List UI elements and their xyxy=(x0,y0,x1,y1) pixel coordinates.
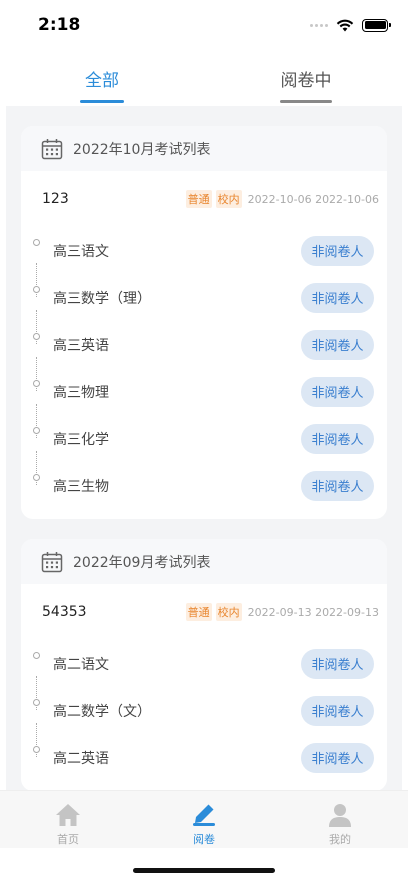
calendar-icon xyxy=(41,551,63,572)
exam-dates: 2022-09-13 2022-09-13 xyxy=(247,605,379,619)
subject-row[interactable]: 高三数学（理） 非阅卷人 xyxy=(21,263,387,321)
battery-icon xyxy=(362,18,391,32)
calendar-icon xyxy=(41,138,63,159)
role-button[interactable]: 非阅卷人 xyxy=(301,235,374,266)
subject-row[interactable]: 高三生物 非阅卷人 xyxy=(21,451,387,509)
group-title: 2022年09月考试列表 xyxy=(73,554,211,571)
timeline-node-icon xyxy=(33,698,40,706)
nav-label: 首页 xyxy=(57,833,79,846)
status-icons xyxy=(310,18,391,32)
signal-icon xyxy=(310,23,328,27)
role-button[interactable]: 非阅卷人 xyxy=(301,423,374,454)
subject-list: 高二语文 非阅卷人 高二数学（文） 非阅卷人 高二英语 非阅卷人 xyxy=(21,640,387,790)
timeline-node-icon xyxy=(33,651,40,659)
exam-name: 54353 xyxy=(42,604,87,620)
exam-row[interactable]: 54353 普通 校内 2022-09-13 2022-09-13 xyxy=(21,584,387,640)
role-button[interactable]: 非阅卷人 xyxy=(301,376,374,407)
status-bar: 2:18 xyxy=(0,0,408,50)
tab-label: 全部 xyxy=(85,71,119,91)
role-button[interactable]: 非阅卷人 xyxy=(301,282,374,313)
exam-meta: 普通 校内 2022-09-13 2022-09-13 xyxy=(185,603,379,621)
group-header: 2022年09月考试列表 xyxy=(21,539,387,584)
nav-label: 我的 xyxy=(329,833,351,846)
subject-name: 高二英语 xyxy=(53,750,109,767)
subject-row[interactable]: 高二语文 非阅卷人 xyxy=(21,640,387,687)
role-button[interactable]: 非阅卷人 xyxy=(301,742,374,773)
exam-type-tag: 普通 xyxy=(185,603,212,621)
bottom-nav: 首页 阅卷 我的 xyxy=(0,790,408,848)
status-time: 2:18 xyxy=(38,15,81,35)
subject-name: 高二数学（文） xyxy=(53,703,151,720)
subject-row[interactable]: 高三英语 非阅卷人 xyxy=(21,310,387,368)
subject-name: 高三生物 xyxy=(53,478,109,495)
timeline-node-icon xyxy=(33,332,40,340)
subject-list: 高三语文 非阅卷人 高三数学（理） 非阅卷人 高三英语 非阅卷人 高三物理 非阅… xyxy=(21,227,387,519)
exam-row[interactable]: 123 普通 校内 2022-10-06 2022-10-06 xyxy=(21,171,387,227)
group-title: 2022年10月考试列表 xyxy=(73,141,211,158)
subject-name: 高三数学（理） xyxy=(53,290,151,307)
exam-group-card: 2022年09月考试列表 54353 普通 校内 2022-09-13 2022… xyxy=(21,539,387,790)
wifi-icon xyxy=(336,19,354,31)
subject-name: 高三物理 xyxy=(53,384,109,401)
timeline-node-icon xyxy=(33,426,40,434)
exam-dates: 2022-10-06 2022-10-06 xyxy=(247,192,379,206)
exam-name: 123 xyxy=(42,191,69,207)
subject-name: 高三化学 xyxy=(53,431,109,448)
subject-row[interactable]: 高三物理 非阅卷人 xyxy=(21,357,387,415)
subject-row[interactable]: 高二数学（文） 非阅卷人 xyxy=(21,676,387,734)
tab-grading[interactable]: 阅卷中 xyxy=(204,54,408,106)
role-button[interactable]: 非阅卷人 xyxy=(301,648,374,679)
home-icon xyxy=(56,804,80,826)
exam-group-card: 2022年10月考试列表 123 普通 校内 2022-10-06 2022-1… xyxy=(21,126,387,519)
user-icon xyxy=(329,804,351,827)
role-button[interactable]: 非阅卷人 xyxy=(301,695,374,726)
subject-row[interactable]: 高三化学 非阅卷人 xyxy=(21,404,387,462)
timeline-node-icon xyxy=(33,238,40,246)
nav-mine[interactable]: 我的 xyxy=(272,791,408,848)
pen-icon xyxy=(193,804,215,826)
nav-grading[interactable]: 阅卷 xyxy=(136,791,272,848)
group-header: 2022年10月考试列表 xyxy=(21,126,387,171)
timeline-node-icon xyxy=(33,379,40,387)
nav-label: 阅卷 xyxy=(193,833,215,846)
timeline-node-icon xyxy=(33,285,40,293)
timeline-node-icon xyxy=(33,473,40,481)
exam-scope-tag: 校内 xyxy=(215,190,242,208)
home-indicator[interactable] xyxy=(133,868,275,873)
timeline-node-icon xyxy=(33,745,40,753)
tab-all[interactable]: 全部 xyxy=(0,54,204,106)
subject-name: 高三英语 xyxy=(53,337,109,354)
tab-label: 阅卷中 xyxy=(280,71,332,91)
tab-indicator xyxy=(80,100,124,103)
subject-row[interactable]: 高二英语 非阅卷人 xyxy=(21,723,387,781)
nav-home[interactable]: 首页 xyxy=(0,791,136,848)
subject-row[interactable]: 高三语文 非阅卷人 xyxy=(21,227,387,274)
tab-indicator xyxy=(280,100,332,103)
role-button[interactable]: 非阅卷人 xyxy=(301,329,374,360)
exam-list[interactable]: 2022年10月考试列表 123 普通 校内 2022-10-06 2022-1… xyxy=(6,106,402,790)
role-button[interactable]: 非阅卷人 xyxy=(301,470,374,501)
exam-type-tag: 普通 xyxy=(185,190,212,208)
tab-bar: 全部 阅卷中 xyxy=(0,54,408,106)
exam-meta: 普通 校内 2022-10-06 2022-10-06 xyxy=(185,190,379,208)
subject-name: 高二语文 xyxy=(53,656,109,673)
subject-name: 高三语文 xyxy=(53,243,109,260)
exam-scope-tag: 校内 xyxy=(215,603,242,621)
